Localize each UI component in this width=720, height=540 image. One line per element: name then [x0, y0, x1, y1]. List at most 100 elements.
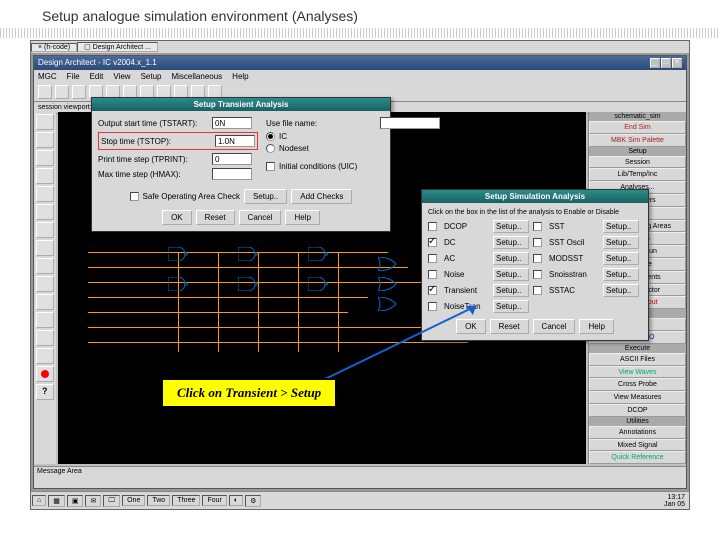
menu-mgc[interactable]: MGC	[38, 72, 57, 81]
palette-button[interactable]	[36, 258, 54, 274]
cancel-button[interactable]: Cancel	[533, 319, 576, 334]
analysis-setup-button[interactable]: Setup..	[493, 300, 529, 313]
tray-icon[interactable]: ⌂	[32, 495, 46, 506]
soa-checkbox[interactable]	[130, 192, 139, 201]
palette-item[interactable]: Lib/Temp/Inc	[589, 168, 686, 181]
palette-item[interactable]: Quick Reference	[589, 451, 686, 464]
palette-button[interactable]	[36, 186, 54, 202]
toolbar-button[interactable]	[38, 85, 52, 99]
taskbar-item[interactable]: × (h-code)	[31, 43, 77, 52]
analysis-checkbox[interactable]	[428, 222, 437, 231]
analysis-checkbox[interactable]	[533, 222, 542, 231]
analysis-checkbox[interactable]	[533, 270, 542, 279]
palette-item[interactable]: ASCII Files	[589, 353, 686, 366]
palette-item[interactable]: MBK Sim Palette	[589, 134, 686, 147]
analysis-setup-button[interactable]: Setup..	[493, 220, 529, 233]
palette-button[interactable]	[36, 204, 54, 220]
analysis-setup-button[interactable]: Setup..	[493, 236, 529, 249]
palette-button[interactable]	[36, 312, 54, 328]
window-titlebar: Design Architect - IC v2004.x_1.1 _ □ ×	[34, 56, 686, 70]
palette-button[interactable]	[36, 222, 54, 238]
desktop-four[interactable]: Four	[202, 495, 226, 506]
ok-button[interactable]: OK	[162, 210, 192, 225]
tray-icon[interactable]: ⚙	[245, 495, 261, 507]
analysis-checkbox[interactable]	[428, 238, 437, 247]
palette-item[interactable]: Cross Probe	[589, 378, 686, 391]
analysis-checkbox[interactable]	[533, 254, 542, 263]
analysis-setup-button[interactable]: Setup..	[603, 268, 639, 281]
palette-item[interactable]: Mixed Signal	[589, 439, 686, 452]
analysis-checkbox[interactable]	[533, 238, 542, 247]
add-checks-button[interactable]: Add Checks	[291, 189, 352, 204]
tprint-input[interactable]	[212, 153, 252, 165]
palette-button[interactable]	[36, 132, 54, 148]
palette-item[interactable]: View Waves	[589, 366, 686, 379]
analysis-checkbox[interactable]	[428, 254, 437, 263]
clock: 13:17 Jan 05	[660, 494, 689, 508]
dialog-title: Setup Transient Analysis	[92, 98, 390, 111]
taskbar-item[interactable]: ▢ Design Architect ...	[77, 42, 158, 52]
palette-button[interactable]	[36, 240, 54, 256]
toolbar-button[interactable]	[55, 85, 69, 99]
analysis-setup-button[interactable]: Setup..	[603, 284, 639, 297]
tstop-input[interactable]	[215, 135, 255, 147]
tray-icon[interactable]: ▦	[48, 495, 65, 507]
maximize-button[interactable]: □	[661, 58, 671, 68]
reset-button[interactable]: Reset	[490, 319, 529, 334]
analysis-setup-button[interactable]: Setup..	[603, 236, 639, 249]
tray-icon[interactable]: ◐	[229, 495, 243, 506]
tray-icon[interactable]: 🖵	[103, 495, 120, 507]
analysis-checkbox[interactable]	[533, 286, 542, 295]
palette-item[interactable]: View Measures	[589, 391, 686, 404]
desktop-two[interactable]: Two	[147, 495, 170, 506]
palette-item[interactable]: Session	[589, 156, 686, 169]
palette-button[interactable]	[36, 366, 54, 382]
analysis-checkbox[interactable]	[428, 286, 437, 295]
help-button[interactable]: Help	[579, 319, 613, 334]
analysis-setup-button[interactable]: Setup..	[603, 220, 639, 233]
menu-help[interactable]: Help	[232, 72, 248, 81]
reset-button[interactable]: Reset	[196, 210, 235, 225]
menu-edit[interactable]: Edit	[90, 72, 104, 81]
uic-checkbox[interactable]	[266, 162, 275, 171]
palette-button[interactable]	[36, 150, 54, 166]
hmax-input[interactable]	[212, 168, 252, 180]
menu-misc[interactable]: Miscellaneous	[171, 72, 222, 81]
menu-view[interactable]: View	[113, 72, 130, 81]
analysis-setup-button[interactable]: Setup..	[493, 252, 529, 265]
palette-button[interactable]	[36, 294, 54, 310]
analysis-checkbox[interactable]	[428, 270, 437, 279]
palette-button[interactable]	[36, 114, 54, 130]
palette-item[interactable]: DCOP	[589, 404, 686, 417]
minimize-button[interactable]: _	[650, 58, 660, 68]
tray-icon[interactable]: ✉	[85, 495, 101, 507]
palette-button[interactable]	[36, 168, 54, 184]
help-button[interactable]: Help	[285, 210, 319, 225]
transient-analysis-dialog: Setup Transient Analysis Output start ti…	[91, 97, 391, 232]
close-button[interactable]: ×	[672, 58, 682, 68]
palette-button[interactable]	[36, 330, 54, 346]
palette-item[interactable]: Annotations	[589, 426, 686, 439]
palette-header: schematic_sim	[589, 112, 686, 121]
desktop-three[interactable]: Three	[172, 495, 200, 506]
palette-button[interactable]	[36, 276, 54, 292]
tstart-input[interactable]	[212, 117, 252, 129]
ic-radio[interactable]	[266, 132, 275, 141]
menu-setup[interactable]: Setup	[141, 72, 162, 81]
tray-icon[interactable]: ▣	[67, 495, 84, 507]
soa-label: Safe Operating Area Check	[143, 192, 240, 201]
soa-setup-button[interactable]: Setup..	[244, 189, 287, 204]
cancel-button[interactable]: Cancel	[239, 210, 282, 225]
analysis-setup-button[interactable]: Setup..	[603, 252, 639, 265]
analysis-setup-button[interactable]: Setup..	[493, 268, 529, 281]
toolbar-button[interactable]	[72, 85, 86, 99]
menu-file[interactable]: File	[67, 72, 80, 81]
analysis-label: MODSST	[549, 254, 599, 263]
analysis-setup-button[interactable]: Setup..	[493, 284, 529, 297]
desktop-one[interactable]: One	[122, 495, 145, 506]
palette-button[interactable]	[36, 348, 54, 364]
palette-help-button[interactable]: ?	[36, 384, 54, 400]
filename-input[interactable]	[380, 117, 440, 129]
nodeset-radio[interactable]	[266, 144, 275, 153]
palette-item[interactable]: End Sim	[589, 121, 686, 134]
